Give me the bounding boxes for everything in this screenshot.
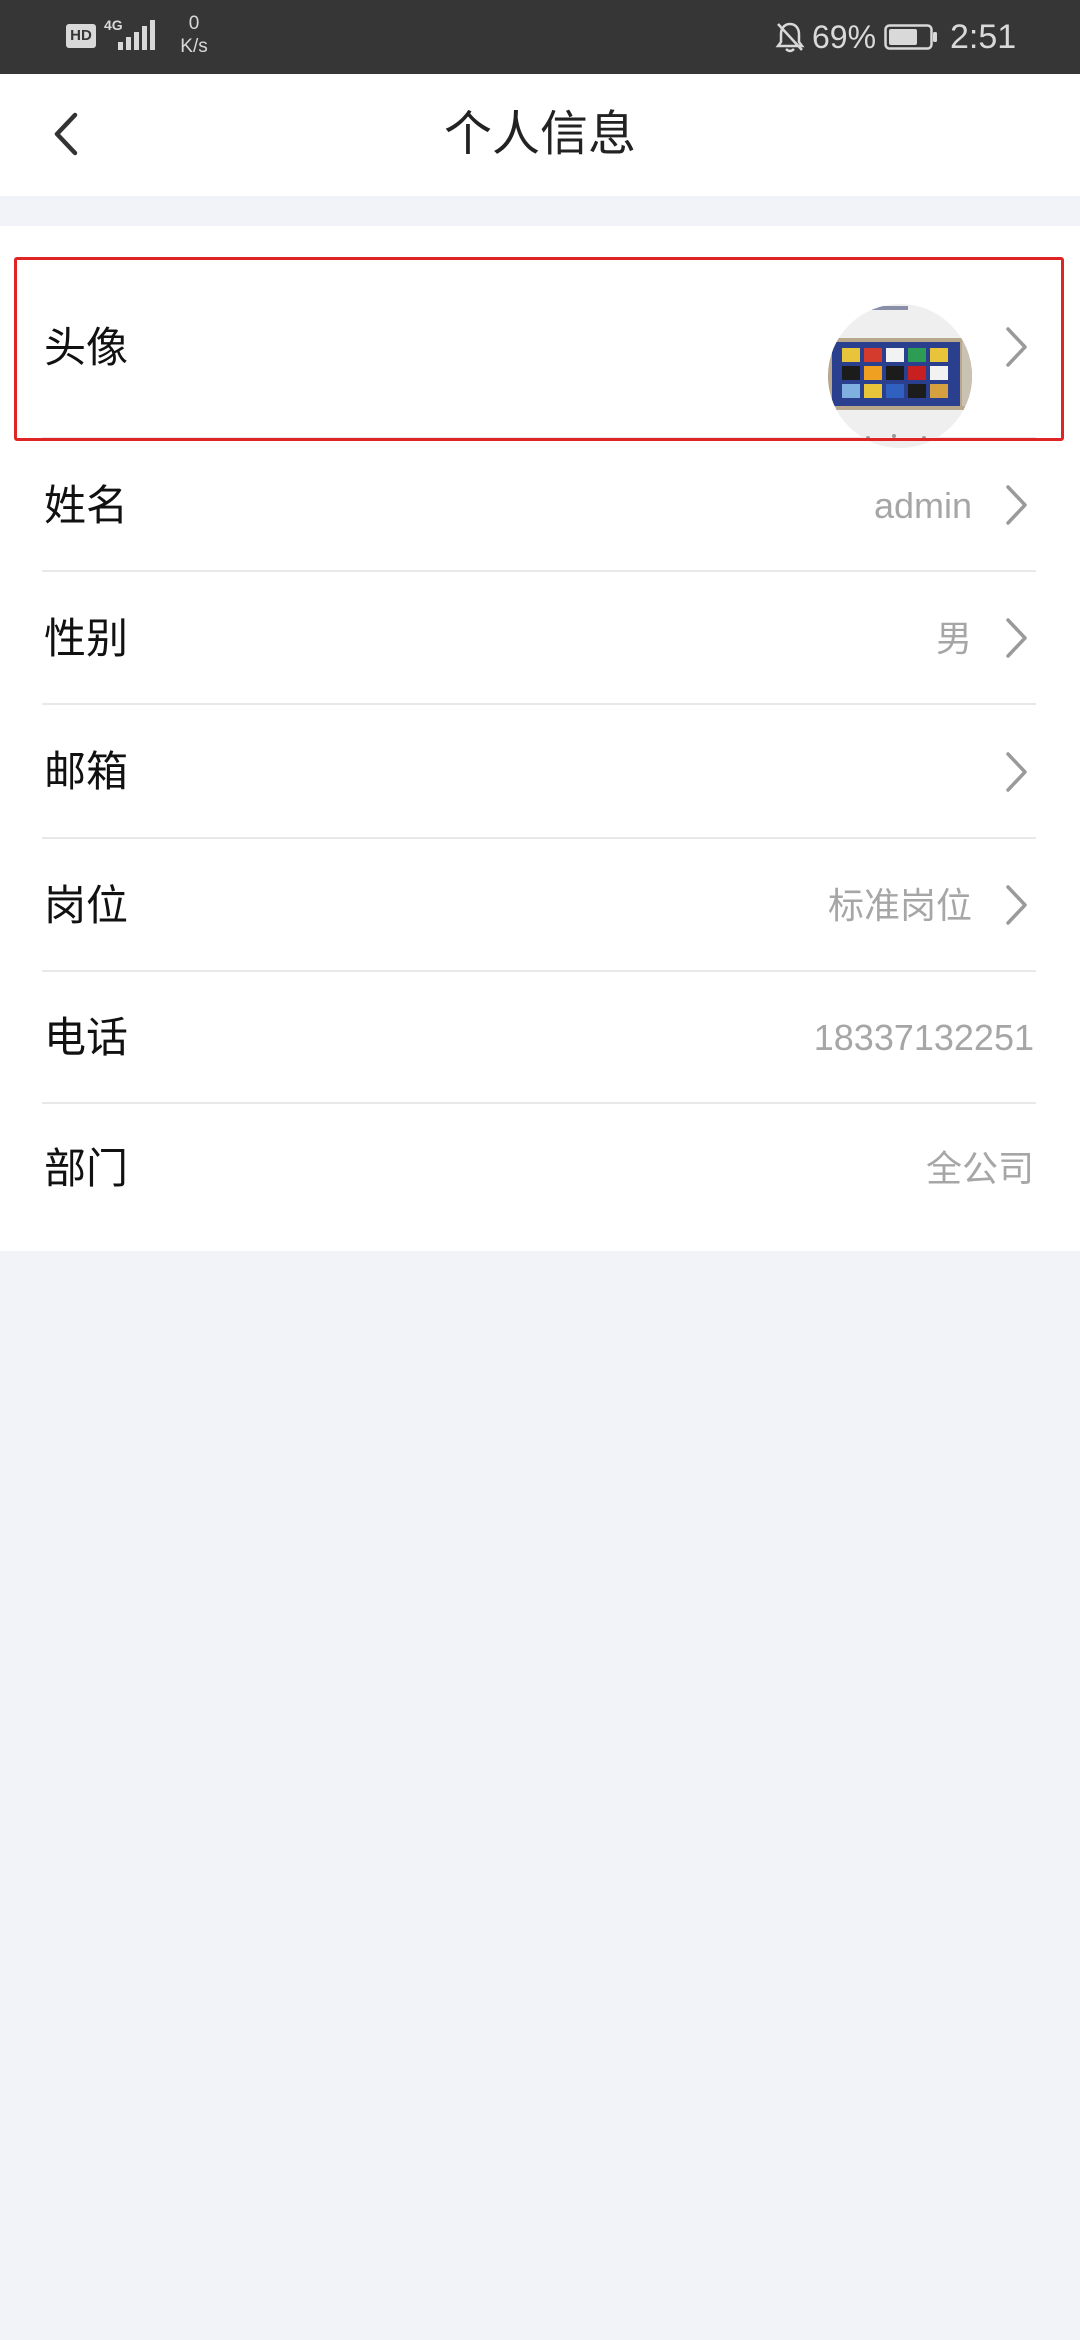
network-speed-unit: K/s: [180, 36, 208, 57]
avatar: [828, 304, 972, 448]
avatar-row[interactable]: 头像: [42, 256, 1036, 448]
back-button[interactable]: [36, 104, 96, 164]
chevron-right-icon: [1006, 885, 1027, 925]
status-bar: HD 4G 0 K/s 69% 2:51: [0, 0, 1080, 74]
position-value: 标准岗位: [827, 885, 972, 926]
page-title: 个人信息: [443, 108, 636, 161]
network-speed-value: 0: [188, 13, 200, 34]
avatar-image: [828, 304, 972, 448]
gender-value: 男: [935, 618, 972, 659]
bell-off-icon: [775, 22, 805, 53]
header: 个人信息: [0, 74, 1080, 196]
hd-badge: HD: [66, 24, 96, 48]
chevron-right-icon: [1006, 485, 1027, 525]
row-label: 电话: [44, 1014, 129, 1061]
position-row[interactable]: 岗位 标准岗位: [42, 839, 1036, 972]
name-row[interactable]: 姓名 admin: [42, 439, 1036, 572]
row-label: 邮箱: [44, 748, 129, 795]
department-row: 部门 全公司: [42, 1104, 1036, 1234]
phone-value: 18337132251: [813, 1017, 1034, 1058]
signal-icon: [118, 20, 155, 50]
chevron-right-icon: [1006, 752, 1027, 792]
name-value: admin: [873, 485, 972, 526]
network-speed: 0 K/s: [174, 12, 214, 58]
clock: 2:51: [950, 18, 1017, 56]
row-label: 性别: [44, 615, 129, 662]
chevron-right-icon: [1006, 327, 1027, 367]
chevron-right-icon: [1006, 618, 1027, 658]
email-row[interactable]: 邮箱: [42, 705, 1036, 839]
department-value: 全公司: [925, 1148, 1034, 1189]
row-label: 岗位: [44, 882, 129, 929]
profile-list: 头像 姓名 admin 性别 男 邮箱 岗位 标准岗位 电话 183371322…: [0, 226, 1080, 1251]
battery-percent: 69%: [812, 19, 877, 55]
row-label: 部门: [44, 1145, 129, 1192]
phone-row: 电话 18337132251: [42, 972, 1036, 1104]
chevron-left-icon: [54, 112, 78, 156]
row-label: 头像: [44, 324, 129, 371]
gender-row[interactable]: 性别 男: [42, 572, 1036, 705]
row-label: 姓名: [44, 482, 129, 529]
battery-icon: [884, 24, 937, 50]
